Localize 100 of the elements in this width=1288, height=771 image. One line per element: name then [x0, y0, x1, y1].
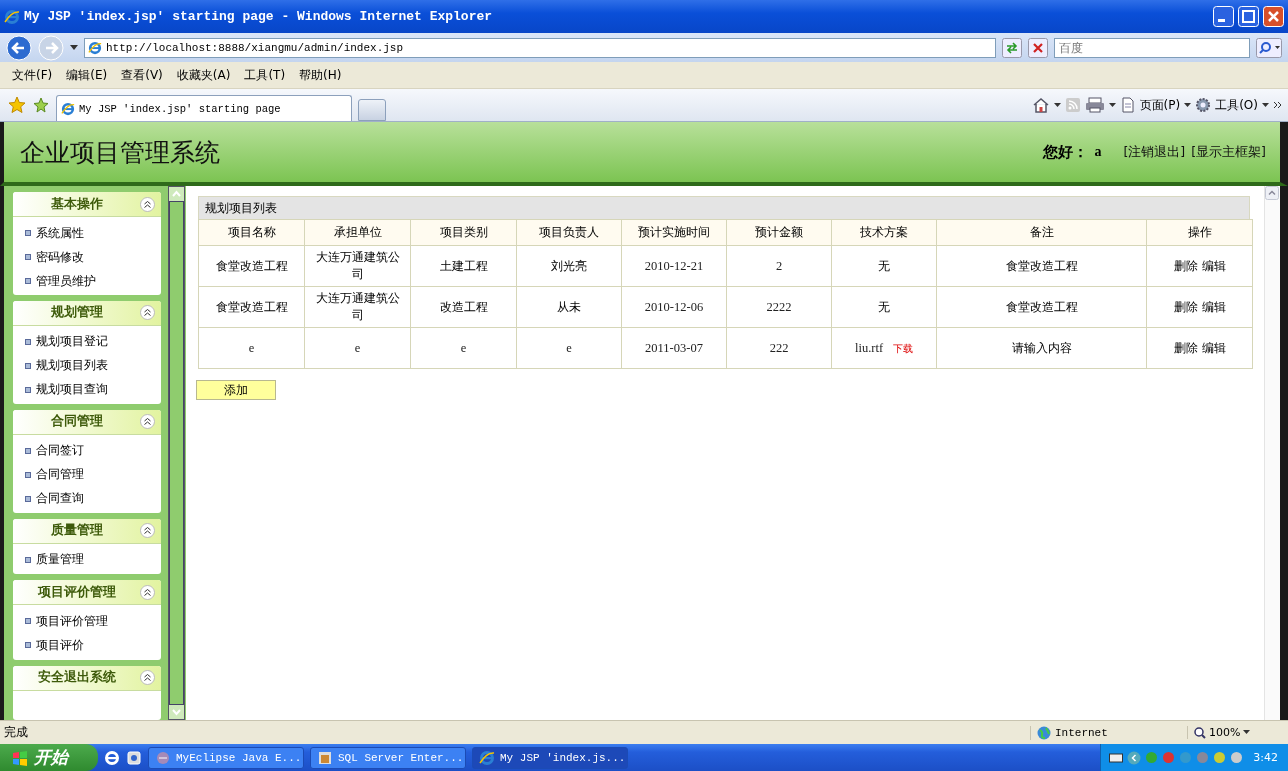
table-cell: 土建工程	[410, 245, 517, 287]
menu-link[interactable]: 管理员维护	[36, 272, 96, 290]
bullet-icon	[25, 338, 31, 345]
add-favorite-icon[interactable]	[32, 96, 50, 114]
menu-link[interactable]: 合同查询	[36, 490, 84, 508]
gear-icon[interactable]	[1195, 97, 1212, 113]
dropdown-icon[interactable]	[70, 44, 78, 51]
back-icon[interactable]	[6, 34, 32, 61]
menu-link[interactable]: 规划项目查询	[36, 381, 108, 399]
header-link[interactable]: [显示主框架]	[1191, 143, 1266, 161]
address-field[interactable]: http://localhost:8888/xiangmu/admin/index.jsp	[84, 37, 996, 58]
close-icon[interactable]	[1263, 6, 1284, 27]
action-link[interactable]: 删除	[1173, 340, 1198, 355]
menu-group-header[interactable]: 安全退出系统	[13, 665, 161, 691]
download-link[interactable]: 下载	[893, 342, 914, 354]
bullet-icon	[25, 495, 31, 502]
minimize-icon[interactable]	[1213, 6, 1234, 27]
home-icon[interactable]	[1031, 97, 1050, 113]
search-icon[interactable]	[1256, 37, 1282, 58]
column-header: 操作	[1146, 219, 1253, 246]
taskbar-button[interactable]: My JSP 'index.js...	[472, 746, 628, 769]
column-header: 技术方案	[831, 219, 937, 246]
dropdown-icon[interactable]	[1243, 730, 1251, 735]
table-cell: 刘光亮	[516, 245, 622, 287]
tools-menu[interactable]: 工具(O)	[1215, 96, 1258, 114]
page-menu[interactable]: 页面(P)	[1139, 96, 1181, 114]
dropdown-icon[interactable]	[1108, 102, 1116, 108]
table-cell: 从未	[516, 286, 622, 328]
menu-link[interactable]: 规划项目列表	[36, 357, 108, 375]
column-header: 承担单位	[304, 219, 411, 246]
menu-group-header[interactable]: 基本操作	[13, 192, 161, 217]
add-button[interactable]: 添加	[196, 380, 276, 400]
bullet-icon	[25, 362, 31, 369]
menu-link[interactable]: 质量管理	[36, 551, 84, 569]
collapse-icon[interactable]	[140, 414, 155, 430]
action-link[interactable]: 编辑	[1201, 299, 1226, 314]
collapse-icon[interactable]	[140, 523, 155, 539]
favorites-star-icon[interactable]	[8, 96, 26, 114]
table-cell: 大连万通建筑公司	[304, 245, 411, 287]
menu-item[interactable]: 文件(F)	[6, 64, 59, 86]
app-icon	[155, 749, 171, 766]
menu-link[interactable]: 合同签订	[36, 442, 84, 460]
scroll-up-icon[interactable]	[1265, 186, 1279, 200]
menu-group-header[interactable]: 质量管理	[13, 518, 161, 544]
menu-group-header[interactable]: 合同管理	[13, 409, 161, 435]
action-link[interactable]: 删除	[1173, 258, 1198, 273]
menu-item[interactable]: 编辑(E)	[60, 64, 114, 86]
menu-item[interactable]: 工具(T)	[238, 64, 292, 86]
table-cell: 改造工程	[410, 286, 517, 328]
user-name: a	[1094, 144, 1102, 160]
table-cell: e	[304, 327, 411, 369]
window-title: My JSP 'index.jsp' starting page - Windows Internet Explorer	[24, 9, 494, 24]
zoom-icon[interactable]	[1194, 726, 1206, 739]
collapse-icon[interactable]	[140, 196, 155, 212]
action-link[interactable]: 编辑	[1201, 258, 1226, 273]
app-icon[interactable]	[126, 749, 142, 766]
taskbar-button[interactable]: SQL Server Enter...	[310, 746, 466, 769]
stop-icon[interactable]	[1028, 37, 1048, 58]
menu-item[interactable]: 帮助(H)	[293, 64, 348, 86]
table-cell: e	[198, 327, 305, 369]
menu-group-header[interactable]: 规划管理	[13, 300, 161, 326]
column-header: 项目类别	[410, 219, 517, 246]
maximize-icon[interactable]	[1238, 6, 1259, 27]
collapse-icon[interactable]	[140, 670, 155, 686]
header-link[interactable]: [注销退出]	[1123, 143, 1186, 161]
menu-item[interactable]: 查看(V)	[115, 64, 169, 86]
menu-link[interactable]: 项目评价管理	[36, 612, 108, 630]
dropdown-icon[interactable]	[1053, 102, 1061, 108]
start-button[interactable]: 开始	[0, 744, 98, 771]
menu-item[interactable]: 收藏夹(A)	[170, 64, 237, 86]
group-title: 合同管理	[49, 413, 104, 431]
windows-flag-icon	[12, 749, 28, 766]
file-name: liu.rtf	[854, 340, 884, 355]
action-link[interactable]: 编辑	[1201, 340, 1226, 355]
chevron-icon[interactable]	[1273, 101, 1282, 109]
search-field[interactable]: 百度	[1054, 37, 1250, 58]
table-cell: 大连万通建筑公司	[304, 286, 411, 328]
taskbar-button[interactable]: MyEclipse Java E...	[148, 746, 304, 769]
keyboard-icon[interactable]	[1109, 751, 1124, 764]
dropdown-icon[interactable]	[1262, 102, 1269, 108]
action-link[interactable]: 删除	[1173, 299, 1198, 314]
menu-group-header[interactable]: 项目评价管理	[13, 580, 161, 606]
menu-link[interactable]: 系统属性	[36, 224, 84, 242]
printer-icon[interactable]	[1084, 97, 1105, 113]
browser-tab[interactable]: My JSP 'index.jsp' starting page	[56, 95, 352, 121]
app-icon	[317, 749, 333, 766]
menu-link[interactable]: 密码修改	[36, 248, 84, 266]
table-title: 规划项目列表	[198, 196, 1250, 219]
table-cell: 无	[831, 286, 937, 328]
menu-link[interactable]: 合同管理	[36, 466, 84, 484]
menu-link[interactable]: 项目评价	[36, 636, 84, 654]
collapse-icon[interactable]	[140, 305, 155, 321]
dropdown-icon[interactable]	[1184, 102, 1192, 108]
column-header: 预计实施时间	[621, 219, 727, 246]
bullet-icon	[25, 230, 31, 236]
refresh-icon[interactable]	[1002, 37, 1022, 58]
zoom-level[interactable]: 100%	[1209, 726, 1241, 739]
menu-link[interactable]: 规划项目登记	[36, 333, 108, 351]
collapse-icon[interactable]	[140, 584, 155, 600]
ie-logo-icon[interactable]	[104, 749, 120, 766]
